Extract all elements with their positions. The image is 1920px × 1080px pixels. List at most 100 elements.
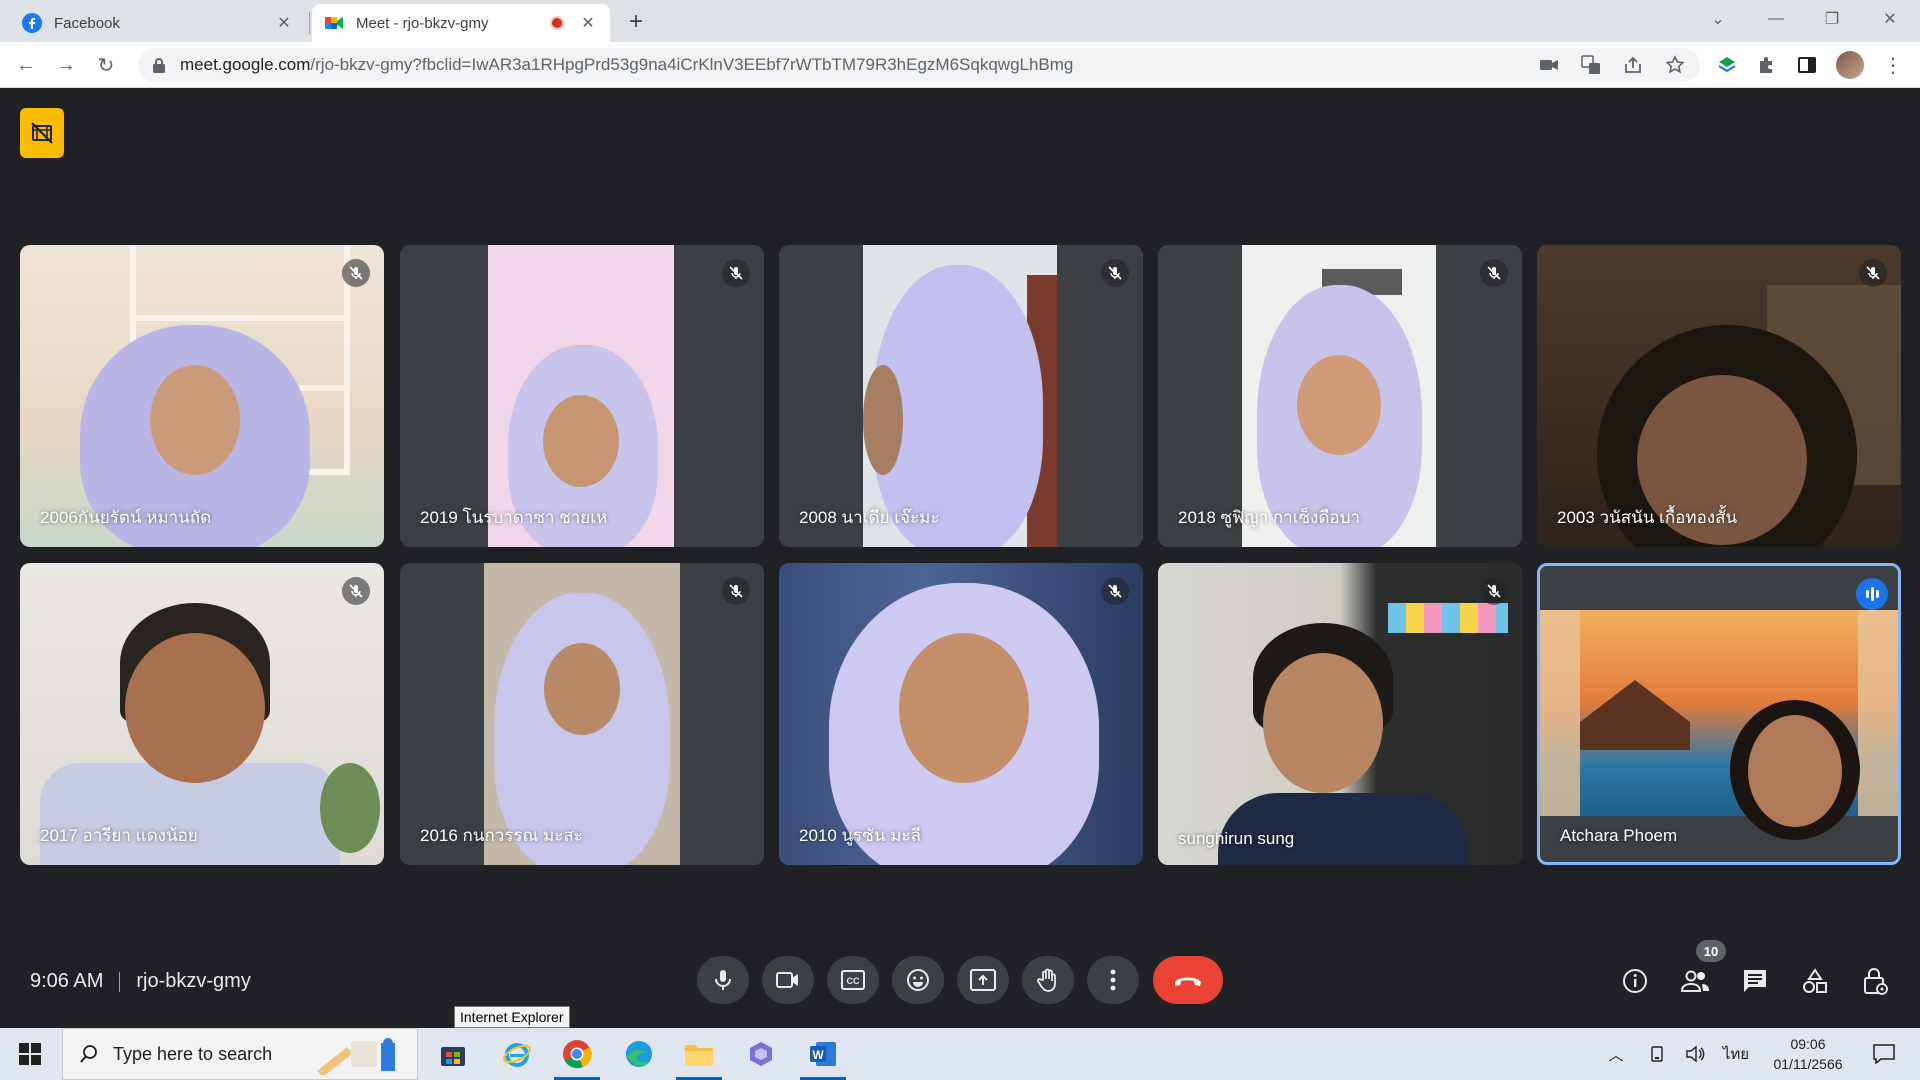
video-feed [20,245,384,547]
show-hidden-icons-chevron-icon[interactable]: ︿ [1604,1028,1628,1080]
people-button[interactable] [1678,964,1712,998]
taskbar-microsoft-edge[interactable] [610,1028,668,1080]
more-vert-icon [1110,969,1116,991]
video-feed [1158,563,1522,865]
close-tab-icon[interactable]: ✕ [578,13,598,33]
reload-button[interactable]: ↻ [92,51,120,79]
address-bar[interactable]: meet.google.com/rjo-bkzv-gmy?fbclid=IwAR… [138,48,1700,82]
captions-button[interactable]: CC [827,956,879,1004]
participant-tile-active-speaker[interactable]: Atchara Phoem [1537,563,1901,865]
participant-tile[interactable]: 2017 อารียา แดงน้อย [20,563,384,865]
meeting-time: 9:06 AM [30,970,104,992]
url-host: meet.google.com [180,55,311,74]
taskbar-google-chrome[interactable] [548,1028,606,1080]
participant-name: 2006กันยรัตน์ หมานถัด [40,508,212,527]
emoji-icon [907,969,929,991]
participant-tile[interactable]: 2016 กนกวรรณ มะสะ [400,563,764,865]
camera-button[interactable] [762,956,814,1004]
video-off-badge-icon[interactable] [20,108,64,158]
host-controls-lock-icon [1864,968,1888,995]
microphone-button[interactable] [697,956,749,1004]
clock-time: 09:06 [1790,1036,1826,1052]
search-highlight-illustration-icon [317,1038,395,1075]
reactions-button[interactable] [892,956,944,1004]
chat-button[interactable] [1738,964,1772,998]
speaking-indicator-icon [1856,578,1888,610]
taskbar-microsoft-word[interactable]: W [794,1028,852,1080]
camera-in-use-icon[interactable] [1538,54,1560,76]
start-button[interactable] [0,1028,60,1080]
taskbar-microsoft-store[interactable] [424,1028,482,1080]
more-menu-icon[interactable]: ⋮ [1882,54,1904,77]
mic-off-icon [1101,577,1129,605]
divider [119,971,121,992]
network-status-icon[interactable] [1644,1028,1670,1080]
google-meet-icon [325,17,343,29]
mic-off-icon [342,259,370,287]
video-feed [1242,245,1436,547]
forward-button[interactable]: → [52,51,80,79]
extension-layers-icon[interactable] [1716,54,1738,76]
close-tab-icon[interactable]: ✕ [274,13,294,33]
video-feed [1537,245,1901,547]
hang-up-icon [1175,977,1201,986]
share-icon[interactable] [1622,54,1644,76]
participant-tile[interactable]: 2010 นูรซัน มะลี [779,563,1143,865]
present-screen-button[interactable] [957,956,1009,1004]
close-window-button[interactable]: ✕ [1862,0,1918,38]
windows-taskbar: Type here to search W ︿ ไทย 09:06 01/11/… [0,1028,1920,1080]
notification-center-icon[interactable] [1866,1028,1902,1080]
raise-hand-icon [1037,968,1056,992]
minimize-button[interactable]: — [1748,0,1804,38]
tab-meet[interactable]: Meet - rjo-bkzv-gmy ✕ [312,4,610,42]
participant-tile[interactable]: 2019 โนรบาดาซา ชายเห [400,245,764,547]
closed-captions-icon: CC [841,970,865,990]
mic-off-icon [1480,259,1508,287]
taskbar-clock[interactable]: 09:06 01/11/2566 [1762,1034,1854,1074]
microphone-icon [715,970,731,990]
taskbar-app-hex[interactable] [732,1028,790,1080]
input-language-indicator[interactable]: ไทย [1720,1028,1752,1080]
side-panel-icon[interactable] [1796,54,1818,76]
leave-call-button[interactable] [1153,956,1223,1004]
mic-off-icon [722,259,750,287]
taskbar-file-explorer[interactable] [670,1028,728,1080]
mic-off-icon [1101,259,1129,287]
meeting-details-button[interactable] [1618,964,1652,998]
participant-name: 2008 นาเดีย เจ๊ะมะ [799,508,940,527]
extensions-puzzle-icon[interactable] [1756,54,1778,76]
bookmark-star-icon[interactable] [1664,54,1686,76]
new-tab-button[interactable]: + [622,8,650,36]
participant-tile[interactable]: sunghirun sung [1158,563,1522,865]
participant-name: sunghirun sung [1178,829,1295,848]
participant-tile[interactable]: 2008 นาเดีย เจ๊ะมะ [779,245,1143,547]
participant-tile[interactable]: 2018 ซูฟิญา กาเซ็งดือบา [1158,245,1522,547]
camera-icon [776,972,798,988]
back-button[interactable]: ← [12,51,40,79]
meeting-info: 9:06 AM rjo-bkzv-gmy [30,970,251,993]
taskbar-search-box[interactable]: Type here to search [62,1028,418,1080]
participant-tile[interactable]: 2003 วนัสนัน เกื้อทองสั้น [1537,245,1901,547]
host-controls-button[interactable] [1858,964,1892,998]
volume-speaker-icon[interactable] [1682,1028,1708,1080]
tab-facebook[interactable]: Facebook ✕ [10,4,306,42]
raise-hand-button[interactable] [1022,956,1074,1004]
meeting-code: rjo-bkzv-gmy [136,970,251,992]
browser-tab-strip: Facebook ✕ Meet - rjo-bkzv-gmy ✕ + ⌄ — ❐… [0,0,1920,42]
participant-tile[interactable]: 2006กันยรัตน์ หมานถัด [20,245,384,547]
taskbar-internet-explorer[interactable] [488,1028,546,1080]
activities-button[interactable] [1798,964,1832,998]
svg-text:W: W [812,1048,824,1062]
url-text: meet.google.com/rjo-bkzv-gmy?fbclid=IwAR… [180,55,1073,75]
more-options-button[interactable] [1087,956,1139,1004]
microsoft-word-icon: W [810,1042,836,1066]
profile-avatar[interactable] [1836,51,1864,79]
tab-search-chevron-icon[interactable]: ⌄ [1690,0,1746,38]
tab-title: Facebook [54,14,120,32]
participant-name: 2017 อารียา แดงน้อย [40,826,198,845]
translate-icon[interactable] [1580,54,1602,76]
restore-button[interactable]: ❐ [1804,0,1860,38]
participant-name: 2019 โนรบาดาซา ชายเห [420,508,608,527]
video-feed [20,563,384,865]
recording-indicator-icon [550,16,564,30]
